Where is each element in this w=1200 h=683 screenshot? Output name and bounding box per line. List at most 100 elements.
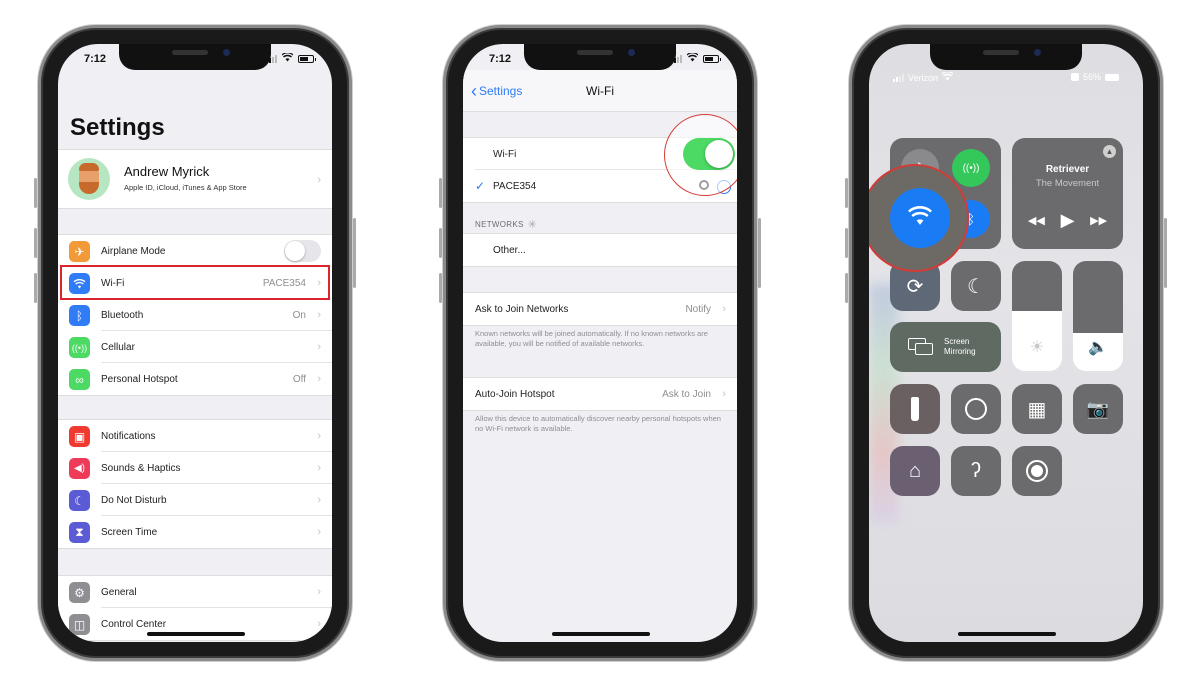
nav-title: Wi-Fi: [586, 84, 614, 98]
battery-percent: 56%: [1082, 72, 1101, 82]
chevron-right-icon: ›: [317, 618, 321, 630]
volume-empty-track: [1073, 261, 1123, 333]
signal-icon: [893, 73, 904, 82]
wifi-highlight-box: [60, 265, 330, 300]
camera-button[interactable]: 📷: [1073, 384, 1123, 434]
screen-recording-button[interactable]: [1012, 446, 1062, 496]
networks-group: Other...: [463, 233, 737, 267]
chevron-right-icon: ›: [722, 303, 726, 315]
settings-screen: 7:12 Settings Andrew Myrick Apple ID, iC…: [58, 44, 332, 642]
settings-row-bluetooth[interactable]: ᛒ Bluetooth On ›: [58, 299, 332, 331]
status-icons: [266, 52, 316, 65]
auto-join-row[interactable]: Auto-Join Hotspot Ask to Join ›: [463, 378, 737, 410]
navigation-bar: ‹ Settings Wi-Fi: [463, 70, 737, 112]
track-title: Retriever: [1045, 164, 1090, 175]
settings-row-notifications[interactable]: ▣ Notifications ›: [58, 420, 332, 452]
calculator-icon: ▦: [1027, 398, 1047, 421]
auto-join-group: Auto-Join Hotspot Ask to Join ›: [463, 377, 737, 411]
settings-row-screen-time[interactable]: ⧗ Screen Time ›: [58, 516, 332, 548]
sounds-icon: ◀): [69, 458, 90, 479]
screen-mirroring-icon: [908, 338, 934, 356]
phone-wifi: 7:12 ‹ Settings Wi-Fi Wi-Fi ✓ PACE354 NE…: [439, 25, 761, 661]
battery-icon: [703, 55, 721, 63]
fast-forward-button[interactable]: ▶▶: [1090, 214, 1107, 227]
flashlight-button[interactable]: [890, 384, 940, 434]
network-row-other[interactable]: Other...: [463, 234, 737, 266]
speaker-icon: 🔈: [1088, 339, 1108, 356]
home-indicator[interactable]: [552, 632, 650, 636]
screen-mirroring-button[interactable]: Screen Mirroring: [890, 322, 1001, 372]
networks-header-label: NETWORKS: [475, 220, 524, 229]
notifications-icon: ▣: [69, 426, 90, 447]
flashlight-icon: [911, 397, 919, 421]
hotspot-icon: ∞: [69, 369, 90, 390]
chevron-right-icon: ›: [317, 462, 321, 474]
wifi-label: Wi-Fi: [493, 148, 517, 160]
row-label: Cellular: [101, 341, 135, 353]
play-button[interactable]: ▶: [1061, 210, 1075, 231]
airplane-mode-toggle[interactable]: [284, 240, 321, 262]
moon-icon: ☾: [69, 490, 90, 511]
volume-slider[interactable]: 🔈: [1073, 261, 1123, 371]
hourglass-icon: ⧗: [69, 522, 90, 543]
notifications-group: ▣ Notifications › ◀) Sounds & Haptics › …: [58, 419, 332, 549]
chevron-right-icon: ›: [317, 586, 321, 598]
settings-row-cellular[interactable]: ((•)) Cellular ›: [58, 331, 332, 363]
now-playing-tile: ▲ Retriever The Movement ◀◀ ▶ ▶▶: [1012, 138, 1123, 249]
rotation-lock-icon: ⟳: [906, 275, 924, 298]
screen-mirroring-line1: Screen: [944, 337, 970, 346]
ask-to-join-group: Ask to Join Networks Notify ›: [463, 292, 737, 326]
home-icon: ⌂: [908, 459, 922, 482]
checkmark-icon: ✓: [475, 179, 486, 193]
orientation-lock-status-icon: [1070, 73, 1079, 81]
airplay-icon[interactable]: ▲: [1103, 145, 1116, 158]
row-label: General: [101, 586, 137, 598]
row-label: Airplane Mode: [101, 245, 166, 257]
do-not-disturb-button[interactable]: ☾: [951, 261, 1001, 311]
wifi-button[interactable]: [890, 188, 950, 248]
battery-icon: [298, 55, 316, 63]
home-indicator[interactable]: [147, 632, 245, 636]
ear-icon: ʔ: [971, 459, 981, 482]
chevron-right-icon: ›: [722, 388, 726, 400]
settings-row-personal-hotspot[interactable]: ∞ Personal Hotspot Off ›: [58, 363, 332, 395]
chevron-right-icon: ›: [317, 430, 321, 442]
ask-to-join-label: Ask to Join Networks: [475, 303, 569, 315]
home-button[interactable]: ⌂: [890, 446, 940, 496]
home-indicator[interactable]: [958, 632, 1056, 636]
connectivity-group: ✈ Airplane Mode Wi-Fi PACE354 › ᛒ Blueto…: [58, 234, 332, 396]
camera-icon: 📷: [1086, 398, 1110, 419]
wifi-toggle[interactable]: [683, 138, 735, 170]
avatar: [68, 158, 110, 200]
sun-icon: ☀: [1029, 339, 1045, 356]
airplane-icon: ✈: [69, 241, 90, 262]
screen-mirroring-label: Screen Mirroring: [944, 337, 976, 357]
timer-button[interactable]: [951, 384, 1001, 434]
auto-join-footer: Allow this device to automatically disco…: [475, 414, 721, 433]
settings-row-general[interactable]: ⚙ General ›: [58, 576, 332, 608]
bluetooth-icon: ᛒ: [69, 305, 90, 326]
ask-to-join-row[interactable]: Ask to Join Networks Notify ›: [463, 293, 737, 325]
row-label: Control Center: [101, 618, 167, 630]
status-time: 7:12: [489, 53, 512, 65]
cellular-icon: ((•)): [962, 162, 980, 174]
switches-icon: ◫: [69, 614, 90, 635]
notch: [119, 44, 271, 70]
rewind-button[interactable]: ◀◀: [1028, 214, 1045, 227]
row-label: Bluetooth: [101, 309, 144, 321]
hearing-button[interactable]: ʔ: [951, 446, 1001, 496]
settings-row-sounds-haptics[interactable]: ◀) Sounds & Haptics ›: [58, 452, 332, 484]
phone-control-center: Verizon 56% ✈ ((•)) ᛒ ▲ Retriever The Mo…: [845, 25, 1167, 661]
moon-icon: ☾: [967, 275, 985, 298]
cellular-data-button[interactable]: ((•)): [952, 149, 990, 187]
control-center-screen: Verizon 56% ✈ ((•)) ᛒ ▲ Retriever The Mo…: [869, 44, 1143, 642]
profile-row[interactable]: Andrew Myrick Apple ID, iCloud, iTunes &…: [58, 149, 332, 209]
brightness-slider[interactable]: ☀: [1012, 261, 1062, 371]
calculator-button[interactable]: ▦: [1012, 384, 1062, 434]
row-value: On: [292, 309, 306, 321]
settings-row-airplane-mode[interactable]: ✈ Airplane Mode: [58, 235, 332, 267]
row-label: Do Not Disturb: [101, 494, 167, 506]
row-label: Sounds & Haptics: [101, 462, 181, 474]
profile-subtitle: Apple ID, iCloud, iTunes & App Store: [124, 183, 247, 192]
settings-row-do-not-disturb[interactable]: ☾ Do Not Disturb ›: [58, 484, 332, 516]
